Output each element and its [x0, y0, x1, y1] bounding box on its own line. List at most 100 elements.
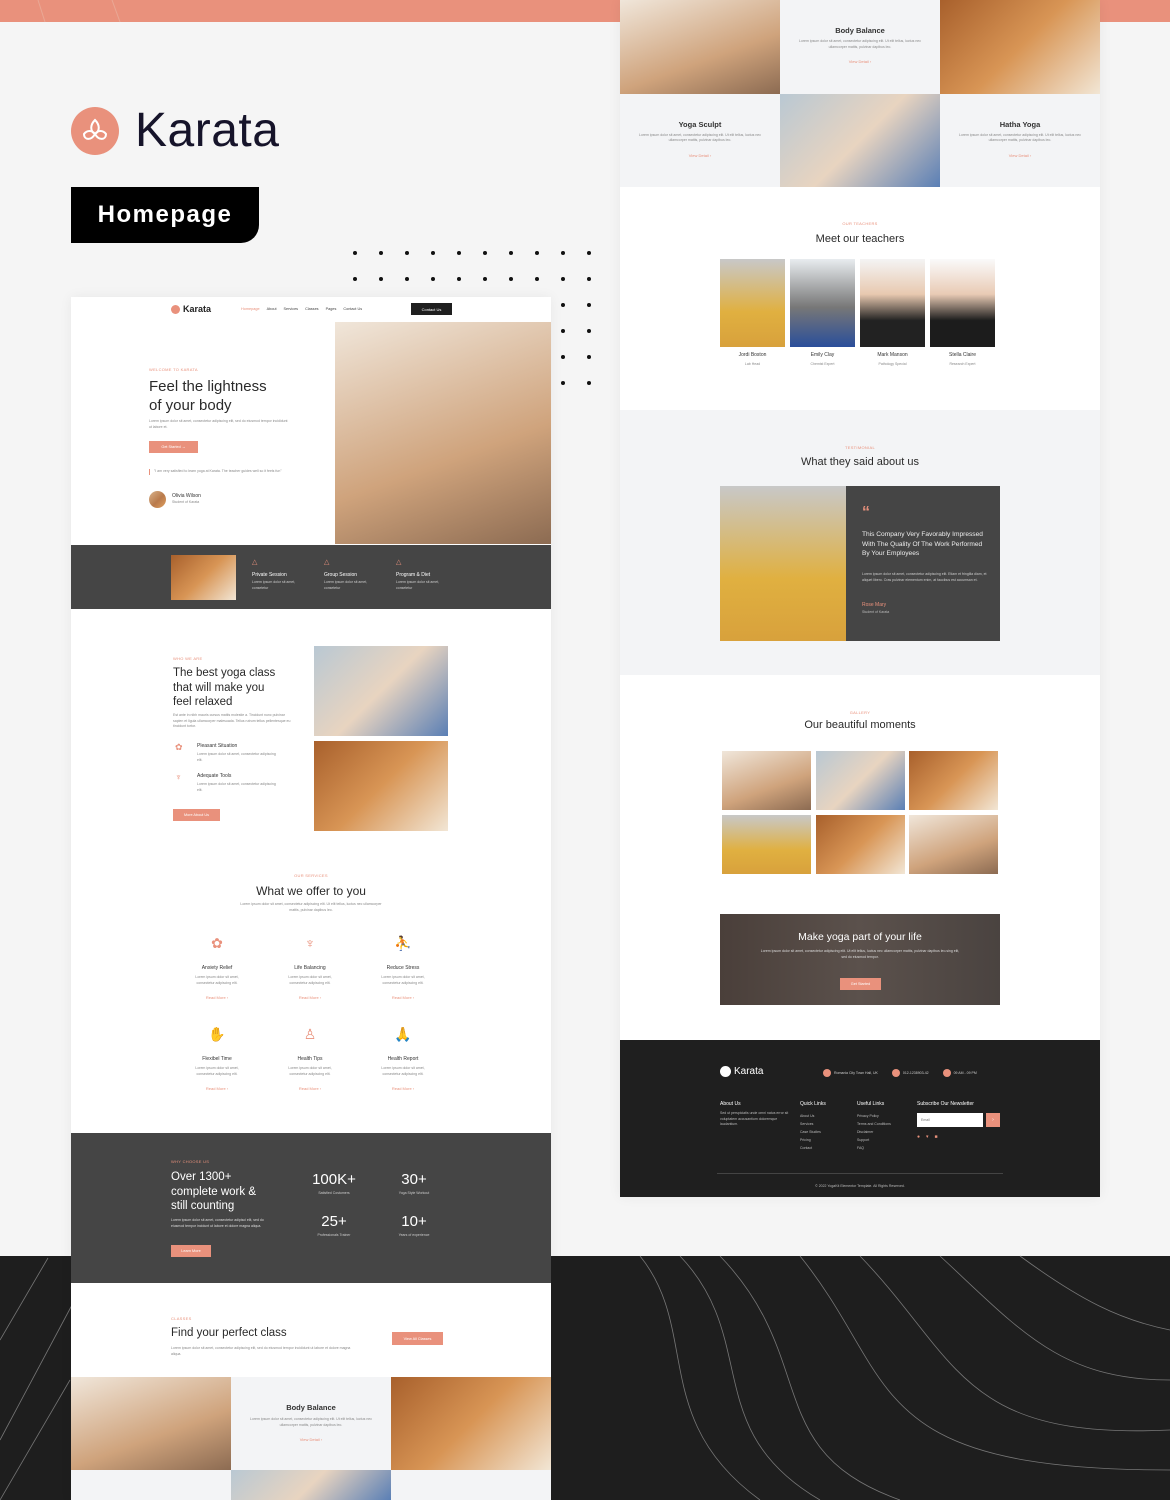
learn-more-button[interactable]: Learn More [171, 1245, 211, 1257]
stats-section: WHY CHOOSE US Over 1300+ complete work & s… [71, 1133, 551, 1283]
dot [431, 251, 435, 255]
dot [353, 251, 357, 255]
twitter-icon[interactable]: ▾ [926, 1134, 929, 1140]
class-card: Body Balance Lorem ipsum dolor sit amet, … [780, 0, 940, 94]
read-more-label: Read More [205, 1086, 226, 1091]
feature-title: Group Session [324, 572, 358, 578]
class-image [231, 1470, 391, 1500]
stats-label: WHY CHOOSE US [171, 1159, 210, 1164]
feature-image [171, 555, 236, 600]
teacher-role: Pathology Special [878, 362, 907, 366]
class-card [391, 1470, 551, 1500]
feature-text: Lorem ipsum dolor sit amet, consetetur [396, 580, 440, 590]
classes-text: Lorem ipsum dolor sit amet, consectetur … [171, 1346, 351, 1356]
dot [405, 251, 409, 255]
class-image [780, 93, 940, 187]
class-card: Body Balance Lorem ipsum dolor sit amet,… [231, 1377, 391, 1470]
quick-link[interactable]: About Us [800, 1112, 821, 1120]
nav-item-classes[interactable]: Classes [305, 307, 319, 311]
useful-link[interactable]: Privacy Policy [857, 1112, 891, 1120]
teachers-label: OUR TEACHERS [842, 221, 878, 226]
site-footer: Karata Romania City Town Hall, UK 012-12… [620, 1040, 1100, 1197]
useful-link[interactable]: Disclaimer [857, 1128, 891, 1136]
nav-item-services[interactable]: Services [284, 307, 299, 311]
newsletter-submit-button[interactable]: › [986, 1113, 1000, 1127]
get-started-button[interactable]: Get Started → [149, 441, 198, 453]
service-text: Lorem ipsum dolor sit amet, consectetur … [381, 975, 425, 985]
read-more-link[interactable]: Read More › [280, 995, 340, 1000]
useful-link[interactable]: FAQ [857, 1144, 891, 1152]
footer-logo[interactable]: Karata [720, 1066, 763, 1077]
teacher-photo [930, 259, 995, 347]
useful-link[interactable]: Support [857, 1136, 891, 1144]
class-card: Hatha Yoga Lorem ipsum dolor sit amet, co… [940, 93, 1100, 187]
view-detail-link[interactable]: View Detail › [231, 1437, 391, 1442]
feature-icon: △ [324, 559, 330, 566]
logo-text: Karata [183, 304, 212, 314]
class-image [71, 1377, 231, 1470]
quick-link[interactable]: Pricing [800, 1136, 821, 1144]
view-detail-link[interactable]: View Detail › [940, 153, 1100, 158]
view-all-classes-button[interactable]: View All Classes [392, 1332, 443, 1345]
author-role: Student of Karata [172, 500, 200, 504]
dot [509, 251, 513, 255]
stat-label: Years of experience [398, 1233, 430, 1237]
service-text: Lorem ipsum dolor sit amet, consectetur … [288, 975, 332, 985]
nav-item-homepage[interactable]: Homepage [241, 307, 260, 311]
stats-text: Lorem ipsum dolor sit amet, consectetur … [171, 1218, 264, 1228]
service-text: Lorem ipsum dolor sit amet, consectetur … [288, 1066, 332, 1076]
service-title: Health Tips [297, 1056, 323, 1062]
nav-item-about[interactable]: About [267, 307, 277, 311]
quick-link[interactable]: Contact [800, 1144, 821, 1152]
newsletter-email-input[interactable] [917, 1113, 983, 1127]
about-section: WHO WE ARE The best yoga class that will … [71, 609, 551, 849]
teacher-photo [790, 259, 855, 347]
dot [587, 355, 591, 359]
hero-image [335, 322, 551, 544]
linkedin-icon[interactable]: ■ [935, 1134, 938, 1140]
testimonial-role: Student of Karata [862, 610, 890, 614]
dot [587, 381, 591, 385]
teachers-title: Meet our teachers [815, 233, 905, 245]
class-title: Yoga Sculpt [678, 119, 722, 129]
hero-text: Lorem ipsum dolor sit amet, consectetur … [149, 419, 288, 429]
dot [587, 277, 591, 281]
site-logo[interactable]: Karata [171, 304, 211, 314]
view-detail-link[interactable]: View Detail › [780, 59, 940, 64]
facebook-icon[interactable]: ● [917, 1134, 920, 1140]
hero-quote: "I am very satisfied to learn yoga at Ka… [149, 469, 294, 475]
read-more-label: Read More [391, 995, 412, 1000]
testimonial-title: What they said about us [800, 456, 919, 468]
lotus-logo-icon [71, 106, 119, 155]
footer-divider [717, 1173, 1003, 1174]
dot [561, 251, 565, 255]
cta-get-started-button[interactable]: Get Started [840, 978, 881, 990]
services-section: OUR SERVICES What we offer to you Lorem … [71, 867, 551, 1107]
testimonial-quote: This Company Very Favorably Impressed Wi… [862, 531, 983, 557]
gallery-image [815, 751, 905, 810]
teacher-name: Emily Clay [810, 352, 835, 358]
useful-link[interactable]: Terms and Conditions [857, 1120, 891, 1128]
quick-link[interactable]: Case Studies [800, 1128, 821, 1136]
author-avatar [149, 491, 166, 508]
read-more-link[interactable]: Read More › [187, 995, 247, 1000]
contact-us-button[interactable]: Contact Us [411, 303, 452, 315]
dot [587, 329, 591, 333]
dot [457, 251, 461, 255]
more-about-us-button[interactable]: More About Us [173, 809, 220, 821]
nav-item-contact-us[interactable]: Contact Us [343, 307, 362, 311]
quick-link[interactable]: Services [800, 1120, 821, 1128]
read-more-link[interactable]: Read More › [187, 1086, 247, 1091]
read-more-link[interactable]: Read More › [280, 1086, 340, 1091]
footer-about-text: Sed ut perspiciatis unde omni natus erro… [720, 1111, 789, 1127]
nav-item-pages[interactable]: Pages [326, 307, 337, 311]
brand: Karata [71, 103, 279, 158]
stat-value: 100K+ [312, 1171, 356, 1188]
dot [509, 277, 513, 281]
about-item-icon: ✿ [175, 742, 183, 752]
read-more-link[interactable]: Read More › [373, 995, 433, 1000]
testimonial-label: TESTIMONIAL [845, 445, 875, 450]
about-title: The best yoga class that will make you fee… [173, 667, 276, 708]
read-more-link[interactable]: Read More › [373, 1086, 433, 1091]
view-detail-link[interactable]: View Detail › [620, 153, 780, 158]
